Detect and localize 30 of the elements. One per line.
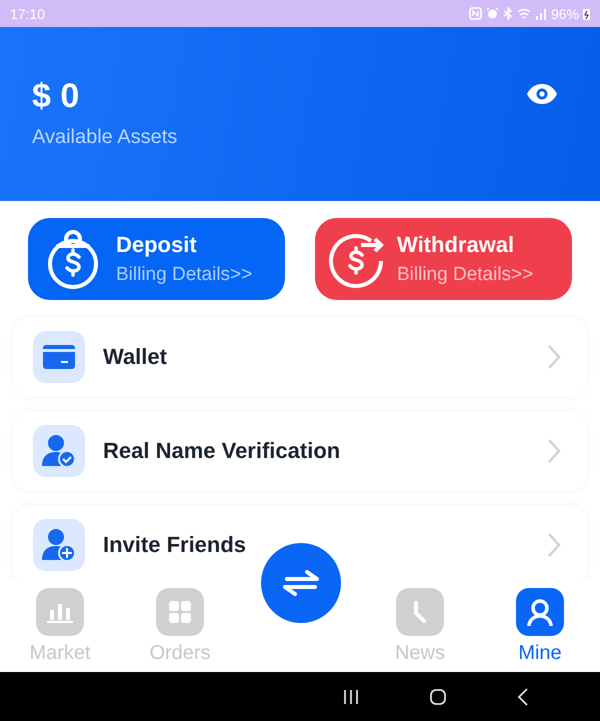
- deposit-button[interactable]: Deposit Billing Details>>: [28, 218, 285, 300]
- clock-time: 17:10: [10, 6, 46, 22]
- chevron-right-icon: [547, 344, 561, 370]
- wallet-card-icon: [33, 331, 85, 383]
- wifi-icon: [516, 8, 531, 20]
- back-icon[interactable]: [517, 688, 529, 706]
- eye-icon[interactable]: [526, 83, 558, 105]
- clock-icon: [396, 588, 444, 636]
- nfc-icon: [468, 7, 482, 20]
- asset-amount: $ 0: [32, 77, 80, 116]
- menu-item[interactable]: Real Name Verification: [13, 412, 587, 490]
- withdrawal-button[interactable]: Withdrawal Billing Details>>: [315, 218, 572, 300]
- bar-chart-icon: [36, 588, 84, 636]
- user-plus-icon: [33, 519, 85, 571]
- home-icon[interactable]: [429, 688, 447, 706]
- user-check-icon: [33, 425, 85, 477]
- alarm-icon: [486, 7, 499, 20]
- menu-item[interactable]: Wallet: [13, 318, 587, 396]
- grid-icon: [156, 588, 204, 636]
- menu-item[interactable]: Invite Friends: [13, 506, 587, 580]
- chevron-right-icon: [547, 532, 561, 558]
- assets-label: Available Assets: [32, 126, 178, 149]
- nav-tab[interactable]: Mine: [495, 588, 585, 665]
- chevron-right-icon: [547, 438, 561, 464]
- bluetooth-icon: [502, 7, 513, 20]
- signal-icon: [534, 8, 547, 20]
- battery-percent: 96%: [550, 6, 579, 22]
- user-icon: [516, 588, 564, 636]
- recent-apps-icon[interactable]: [343, 688, 359, 704]
- battery-icon: [583, 8, 590, 20]
